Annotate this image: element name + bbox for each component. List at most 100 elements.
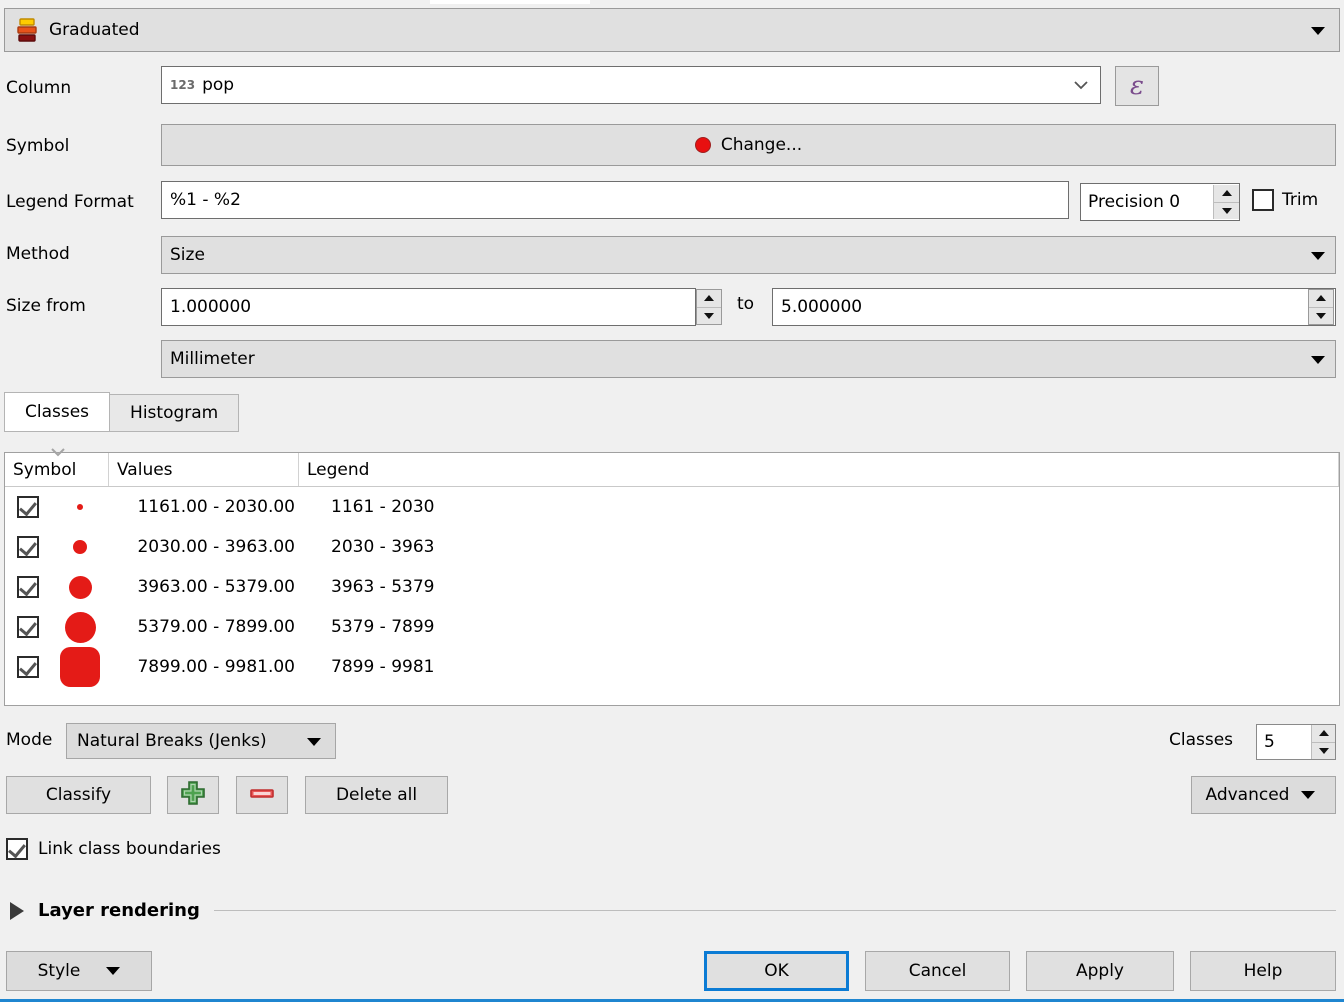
row-values-cell[interactable]: 5379.00 - 7899.00: [109, 617, 299, 637]
row-values-cell[interactable]: 2030.00 - 3963.00: [109, 537, 299, 557]
column-header-values[interactable]: Values: [109, 453, 299, 486]
size-to-step-down[interactable]: [1309, 306, 1333, 325]
column-header-legend[interactable]: Legend: [299, 453, 1339, 486]
row-legend-cell[interactable]: 3963 - 5379: [299, 577, 1339, 597]
renderer-type-label: Graduated: [49, 20, 140, 40]
delete-all-label: Delete all: [335, 785, 418, 805]
row-visibility-checkbox[interactable]: [17, 496, 39, 518]
delete-all-button[interactable]: Delete all: [305, 776, 448, 814]
symbol-label: Symbol: [6, 136, 70, 156]
layer-rendering-section[interactable]: Layer rendering: [10, 900, 1336, 921]
size-from-stepper[interactable]: [696, 289, 722, 325]
apply-button[interactable]: Apply: [1026, 951, 1174, 991]
legend-format-input[interactable]: %1 - %2: [161, 181, 1069, 219]
row-values-cell[interactable]: 1161.00 - 2030.00: [109, 497, 299, 517]
method-combo[interactable]: Size: [161, 236, 1336, 274]
classes-count-step-up[interactable]: [1312, 725, 1335, 742]
size-from-value: 1.000000: [170, 297, 252, 317]
row-visibility-cell[interactable]: [5, 576, 51, 598]
chevron-down-icon: [1074, 81, 1088, 90]
window-top-strip-highlight: [430, 0, 590, 4]
row-legend-cell[interactable]: 7899 - 9981: [299, 657, 1339, 677]
row-visibility-checkbox[interactable]: [17, 656, 39, 678]
row-visibility-checkbox[interactable]: [17, 616, 39, 638]
triangle-down-icon: [704, 312, 714, 319]
row-legend-cell[interactable]: 2030 - 3963: [299, 537, 1339, 557]
size-unit-combo[interactable]: Millimeter: [161, 340, 1336, 378]
row-values-cell[interactable]: 7899.00 - 9981.00: [109, 657, 299, 677]
column-combo[interactable]: 123 pop: [161, 66, 1101, 104]
chevron-down-icon: [1311, 252, 1325, 260]
column-header-symbol[interactable]: Symbol: [5, 448, 109, 486]
circle-marker-icon: [73, 540, 87, 554]
row-symbol-cell[interactable]: [51, 487, 109, 527]
classes-count-stepper[interactable]: [1311, 725, 1335, 759]
renderer-type-combo[interactable]: Graduated: [4, 8, 1340, 52]
size-to-stepper[interactable]: [1308, 289, 1334, 325]
style-button[interactable]: Style: [6, 951, 152, 991]
precision-step-down[interactable]: [1214, 201, 1239, 220]
triangle-right-icon[interactable]: [10, 901, 24, 920]
link-class-boundaries-row[interactable]: Link class boundaries: [6, 838, 221, 860]
column-value: pop: [202, 75, 235, 95]
size-from-step-up[interactable]: [697, 290, 721, 307]
mode-combo[interactable]: Natural Breaks (Jenks): [66, 723, 336, 759]
tab-histogram[interactable]: Histogram: [109, 394, 240, 432]
link-class-boundaries-checkbox[interactable]: [6, 838, 28, 860]
size-from-step-down[interactable]: [697, 306, 721, 325]
triangle-down-icon: [1221, 207, 1232, 214]
cancel-button[interactable]: Cancel: [865, 951, 1010, 991]
trim-checkbox-row[interactable]: Trim: [1252, 189, 1318, 211]
row-visibility-checkbox[interactable]: [17, 576, 39, 598]
row-symbol-cell[interactable]: [51, 647, 109, 687]
table-body: 1161.00 - 2030.00 1161 - 2030 2030.00 - 39…: [5, 487, 1339, 687]
delete-class-button[interactable]: [236, 776, 288, 814]
symbol-change-button[interactable]: Change...: [161, 124, 1336, 166]
row-legend-cell[interactable]: 5379 - 7899: [299, 617, 1339, 637]
add-class-button[interactable]: [167, 776, 219, 814]
column-label: Column: [6, 78, 72, 98]
triangle-down-icon: [1316, 312, 1326, 319]
row-symbol-cell[interactable]: [51, 567, 109, 607]
classes-count-spinbox[interactable]: 5: [1256, 724, 1336, 760]
advanced-button[interactable]: Advanced: [1191, 776, 1336, 814]
row-visibility-checkbox[interactable]: [17, 536, 39, 558]
classify-label: Classify: [45, 785, 112, 805]
help-button[interactable]: Help: [1190, 951, 1336, 991]
table-row[interactable]: 2030.00 - 3963.00 2030 - 3963: [5, 527, 1339, 567]
classes-count-value: 5: [1264, 732, 1275, 752]
size-to-step-up[interactable]: [1309, 290, 1333, 307]
row-symbol-cell[interactable]: [51, 527, 109, 567]
precision-step-up[interactable]: [1214, 185, 1239, 202]
classes-table[interactable]: Symbol Values Legend 1161.00 - 2030.00 11…: [4, 448, 1340, 706]
table-row[interactable]: 7899.00 - 9981.00 7899 - 9981: [5, 647, 1339, 687]
precision-stepper[interactable]: [1213, 185, 1239, 219]
plus-icon: [180, 780, 206, 811]
table-row[interactable]: 5379.00 - 7899.00 5379 - 7899: [5, 607, 1339, 647]
chevron-down-icon: [1301, 791, 1316, 799]
row-legend-cell[interactable]: 1161 - 2030: [299, 497, 1339, 517]
ok-button[interactable]: OK: [704, 951, 849, 991]
row-visibility-cell[interactable]: [5, 536, 51, 558]
method-label: Method: [6, 244, 70, 264]
row-symbol-cell[interactable]: [51, 607, 109, 647]
table-row[interactable]: 3963.00 - 5379.00 3963 - 5379: [5, 567, 1339, 607]
classes-count-label: Classes: [1169, 730, 1234, 750]
row-visibility-cell[interactable]: [5, 656, 51, 678]
precision-spinbox[interactable]: Precision 0: [1080, 183, 1240, 221]
size-to-input[interactable]: 5.000000: [772, 288, 1336, 326]
column-header-values-label: Values: [117, 459, 173, 480]
trim-label: Trim: [1282, 190, 1319, 210]
row-visibility-cell[interactable]: [5, 616, 51, 638]
row-values-cell[interactable]: 3963.00 - 5379.00: [109, 577, 299, 597]
chevron-down-icon: [1311, 356, 1325, 364]
size-from-input[interactable]: 1.000000: [161, 288, 696, 326]
size-from-label: Size from: [6, 296, 86, 316]
row-visibility-cell[interactable]: [5, 496, 51, 518]
classify-button[interactable]: Classify: [6, 776, 151, 814]
expression-button[interactable]: ε: [1115, 66, 1159, 106]
tab-classes[interactable]: Classes: [4, 392, 111, 432]
classes-count-step-down[interactable]: [1312, 741, 1335, 760]
trim-checkbox[interactable]: [1252, 189, 1274, 211]
table-row[interactable]: 1161.00 - 2030.00 1161 - 2030: [5, 487, 1339, 527]
